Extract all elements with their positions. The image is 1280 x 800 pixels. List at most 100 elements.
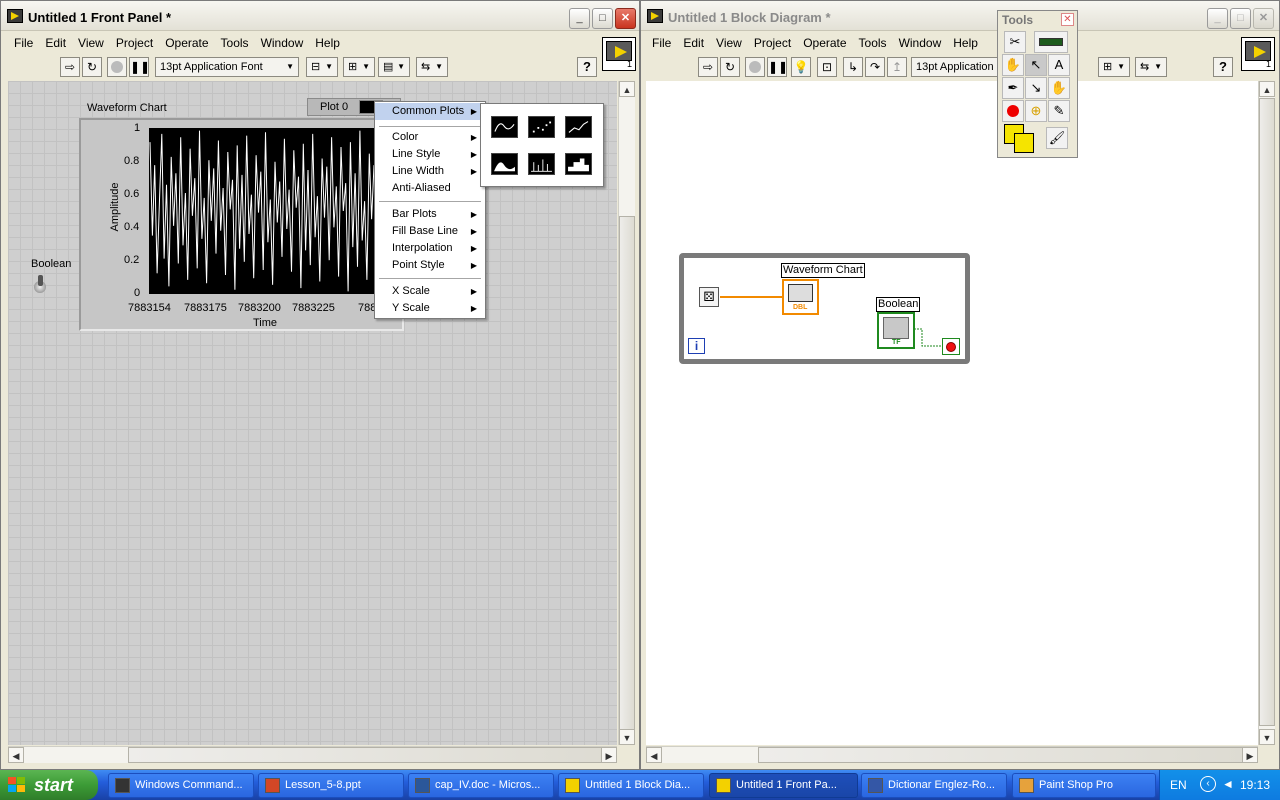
vi-icon[interactable]: 1: [602, 37, 636, 71]
context-help-icon[interactable]: ?: [1213, 57, 1233, 77]
taskbar-item-block-diagram[interactable]: Untitled 1 Block Dia...: [558, 773, 704, 798]
brush-tool-icon[interactable]: 🖌: [1046, 127, 1068, 149]
minimize-button[interactable]: _: [569, 8, 590, 29]
waveform-chart-terminal[interactable]: DBL: [782, 279, 819, 315]
run-continuously-icon[interactable]: ↻: [720, 57, 740, 77]
volume-icon[interactable]: ◄: [1222, 777, 1234, 791]
distribute-objects-icon[interactable]: ⊞ ▼: [343, 57, 375, 77]
vi-icon[interactable]: 1: [1241, 37, 1275, 71]
font-select[interactable]: 13pt Application Font ▼: [155, 57, 299, 77]
breakpoint-tool-icon[interactable]: [1002, 100, 1024, 122]
scroll-left-arrow-icon[interactable]: ◀: [8, 747, 24, 763]
highlight-execution-icon[interactable]: 💡: [791, 57, 811, 77]
connect-wire-tool-icon[interactable]: ✒: [1002, 77, 1024, 99]
wire-green[interactable]: [914, 327, 944, 351]
front-panel-vertical-scrollbar[interactable]: ▲ ▼: [618, 81, 635, 745]
scroll-tool-icon[interactable]: ✋: [1048, 77, 1070, 99]
resize-objects-icon[interactable]: ▤ ▼: [378, 57, 410, 77]
plot-style-step-icon[interactable]: [565, 153, 592, 175]
operate-value-tool-icon[interactable]: ✋: [1002, 54, 1024, 76]
reorder-icon[interactable]: ⇆ ▼: [416, 57, 448, 77]
taskbar-item-dictionary[interactable]: Dictionar Englez-Ro...: [861, 773, 1007, 798]
scroll-left-arrow-icon[interactable]: ◀: [646, 747, 662, 763]
context-help-icon[interactable]: ?: [577, 57, 597, 77]
distribute-objects-icon[interactable]: ⊞ ▼: [1098, 57, 1130, 77]
menu-item-bar-plots[interactable]: Bar Plots ▶: [375, 206, 485, 223]
reorder-icon[interactable]: ⇆ ▼: [1135, 57, 1167, 77]
block-diagram-titlebar[interactable]: Untitled 1 Block Diagram * _ □ ✕: [641, 1, 1279, 31]
plot-style-fill-icon[interactable]: [491, 153, 518, 175]
menu-item-interpolation[interactable]: Interpolation ▶: [375, 240, 485, 257]
scroll-thumb[interactable]: [758, 747, 1244, 763]
set-color-tool-icon[interactable]: [1002, 123, 1042, 155]
scroll-right-arrow-icon[interactable]: ▶: [601, 747, 617, 763]
menu-item-fill-base-line[interactable]: Fill Base Line ▶: [375, 223, 485, 240]
menu-help[interactable]: Help: [309, 32, 346, 50]
menu-view[interactable]: View: [72, 32, 110, 50]
run-arrow-icon[interactable]: ⇨: [60, 57, 80, 77]
menu-file[interactable]: File: [8, 32, 39, 50]
wire-orange[interactable]: [720, 296, 782, 298]
scroll-down-arrow-icon[interactable]: ▼: [1259, 729, 1275, 745]
plot-style-line-icon[interactable]: [491, 116, 518, 138]
menu-operate[interactable]: Operate: [159, 32, 214, 50]
run-continuously-icon[interactable]: ↻: [82, 57, 102, 77]
minimize-button[interactable]: _: [1207, 8, 1228, 29]
menu-file[interactable]: File: [646, 32, 677, 50]
plot-style-points-icon[interactable]: [528, 116, 555, 138]
scroll-thumb[interactable]: [619, 216, 635, 731]
pause-icon[interactable]: ❚❚: [129, 57, 150, 77]
menu-tools[interactable]: Tools: [215, 32, 255, 50]
menu-tools[interactable]: Tools: [853, 32, 893, 50]
toggle-switch[interactable]: [33, 275, 47, 297]
menu-help[interactable]: Help: [947, 32, 984, 50]
scroll-thumb[interactable]: [1259, 98, 1275, 726]
font-select[interactable]: 13pt Application I: [911, 57, 1001, 77]
menu-operate[interactable]: Operate: [797, 32, 852, 50]
taskbar-item-word-doc[interactable]: cap_IV.doc - Micros...: [408, 773, 554, 798]
align-objects-icon[interactable]: ⊟ ▼: [306, 57, 338, 77]
plot-style-bars-icon[interactable]: [528, 153, 555, 175]
automatic-tool-indicator-icon[interactable]: [1034, 31, 1068, 53]
close-button[interactable]: ✕: [615, 8, 636, 29]
tray-expand-icon[interactable]: ‹: [1200, 776, 1216, 792]
shortcut-menu-tool-icon[interactable]: ↘: [1025, 77, 1047, 99]
scroll-down-arrow-icon[interactable]: ▼: [619, 729, 635, 745]
block-diagram-vertical-scrollbar[interactable]: ▲ ▼: [1258, 81, 1275, 745]
taskbar-item-paint-shop[interactable]: Paint Shop Pro: [1012, 773, 1156, 798]
iteration-terminal[interactable]: i: [688, 338, 705, 354]
scroll-thumb[interactable]: [128, 747, 613, 763]
menu-window[interactable]: Window: [255, 32, 310, 50]
text-tool-icon[interactable]: A: [1048, 54, 1070, 76]
taskbar-item-command[interactable]: Windows Command...: [108, 773, 254, 798]
abort-icon[interactable]: [107, 57, 127, 77]
block-diagram-horizontal-scrollbar[interactable]: ◀ ▶: [646, 746, 1258, 763]
scroll-up-arrow-icon[interactable]: ▲: [1259, 81, 1275, 97]
automatic-tool-icon[interactable]: ✂: [1004, 31, 1026, 53]
menu-item-x-scale[interactable]: X Scale ▶: [375, 283, 485, 300]
scroll-right-arrow-icon[interactable]: ▶: [1242, 747, 1258, 763]
plot-style-line-points-icon[interactable]: [565, 116, 592, 138]
menu-edit[interactable]: Edit: [677, 32, 710, 50]
step-into-icon[interactable]: ↳: [843, 57, 863, 77]
menu-item-line-width[interactable]: Line Width ▶: [375, 163, 485, 180]
step-over-icon[interactable]: ↷: [865, 57, 885, 77]
taskbar-item-lesson[interactable]: Lesson_5-8.ppt: [258, 773, 404, 798]
stop-condition-terminal[interactable]: [942, 338, 960, 355]
pause-icon[interactable]: ❚❚: [767, 57, 788, 77]
step-out-icon[interactable]: ↥: [887, 57, 907, 77]
tools-palette-close-icon[interactable]: ✕: [1061, 13, 1074, 26]
menu-window[interactable]: Window: [893, 32, 948, 50]
get-color-tool-icon[interactable]: ✎: [1048, 100, 1070, 122]
front-panel-titlebar[interactable]: Untitled 1 Front Panel * _ □ ✕: [1, 1, 639, 31]
menu-item-color[interactable]: Color ▶: [375, 129, 485, 146]
menu-edit[interactable]: Edit: [39, 32, 72, 50]
block-diagram-canvas[interactable]: [646, 81, 1258, 745]
menu-item-y-scale[interactable]: Y Scale ▶: [375, 300, 485, 317]
boolean-terminal[interactable]: TF: [877, 312, 915, 349]
front-panel-horizontal-scrollbar[interactable]: ◀ ▶: [8, 746, 617, 763]
close-button[interactable]: ✕: [1253, 8, 1274, 29]
position-tool-icon[interactable]: ↖: [1025, 54, 1047, 76]
language-indicator[interactable]: EN: [1170, 778, 1187, 792]
maximize-button[interactable]: □: [592, 8, 613, 29]
